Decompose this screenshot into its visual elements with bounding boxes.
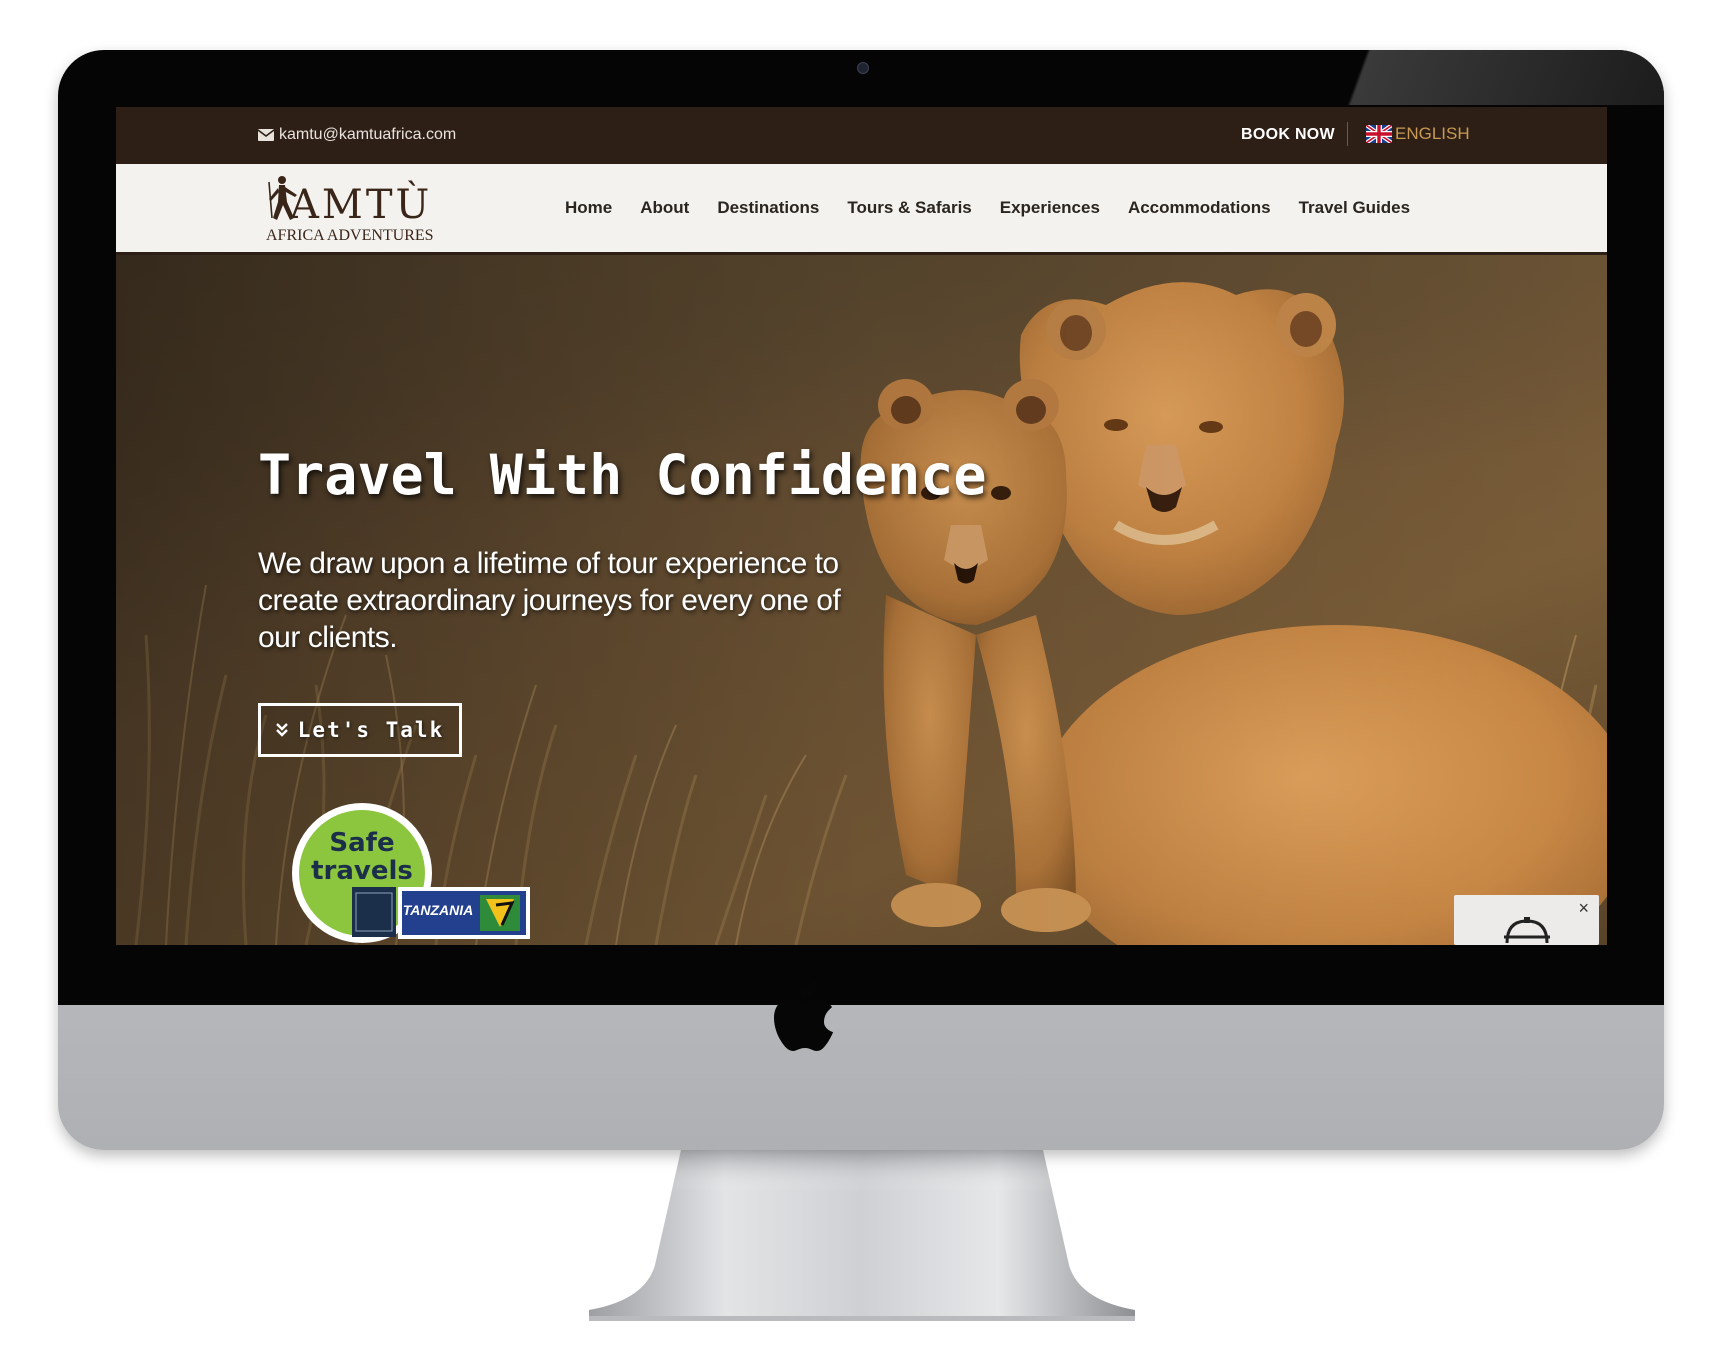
nav-item-destinations[interactable]: Destinations: [703, 198, 833, 218]
bezel-sheen: [1324, 50, 1664, 105]
language-selector[interactable]: ENGLISH: [1366, 124, 1470, 144]
logo-tagline: AFRICA ADVENTURES: [266, 227, 434, 244]
topbar-divider: [1347, 122, 1348, 146]
top-bar: kamtu@kamtuafrica.com BOOK NOW ENGLISH: [116, 107, 1607, 164]
cta-label: Let's Talk: [297, 718, 445, 742]
hero-subtitle: We draw upon a lifetime of tour experien…: [258, 547, 841, 654]
nav-item-travel-guides[interactable]: Travel Guides: [1285, 198, 1425, 218]
camera-icon: [857, 62, 869, 74]
uk-flag-icon: [1366, 125, 1392, 143]
nav-item-accommodations[interactable]: Accommodations: [1114, 198, 1285, 218]
nav-item-home[interactable]: Home: [551, 198, 626, 218]
main-navbar: AMTÙ AFRICA ADVENTURES Home About Destin…: [116, 164, 1607, 255]
envelope-icon: [258, 129, 274, 141]
lets-talk-button[interactable]: Let's Talk: [258, 703, 462, 757]
language-label: ENGLISH: [1395, 124, 1470, 143]
apple-logo-icon: [774, 980, 833, 1051]
primary-nav: Home About Destinations Tours & Safaris …: [551, 164, 1424, 252]
logo-name: AMTÙ: [289, 181, 432, 228]
badge-line1: Safe: [329, 828, 394, 858]
hero-title: Travel With Confidence: [258, 443, 987, 507]
email-text: kamtu@kamtuafrica.com: [279, 126, 457, 143]
imac-stand: [589, 1150, 1135, 1321]
website-screen: kamtu@kamtuafrica.com BOOK NOW ENGLISH A…: [116, 107, 1607, 945]
chat-widget[interactable]: ×: [1454, 895, 1599, 945]
helmet-icon: [1504, 917, 1550, 944]
double-chevron-down-icon: [275, 723, 288, 737]
nav-item-tours-safaris[interactable]: Tours & Safaris: [833, 198, 985, 218]
contact-email[interactable]: kamtu@kamtuafrica.com: [258, 126, 456, 144]
kamtu-logo[interactable]: AMTÙ AFRICA ADVENTURES: [264, 168, 434, 246]
chat-close-button[interactable]: ×: [1578, 899, 1589, 917]
badge-partner: TANZANIA: [403, 902, 474, 918]
badge-line2: travels: [311, 856, 413, 886]
hero-section: Travel With Confidence We draw upon a li…: [116, 255, 1607, 945]
book-now-link[interactable]: BOOK NOW: [1241, 126, 1335, 144]
safe-travels-badge[interactable]: Safe travels TANZANIA: [290, 795, 532, 945]
nav-item-about[interactable]: About: [626, 198, 703, 218]
nav-item-experiences[interactable]: Experiences: [986, 198, 1114, 218]
